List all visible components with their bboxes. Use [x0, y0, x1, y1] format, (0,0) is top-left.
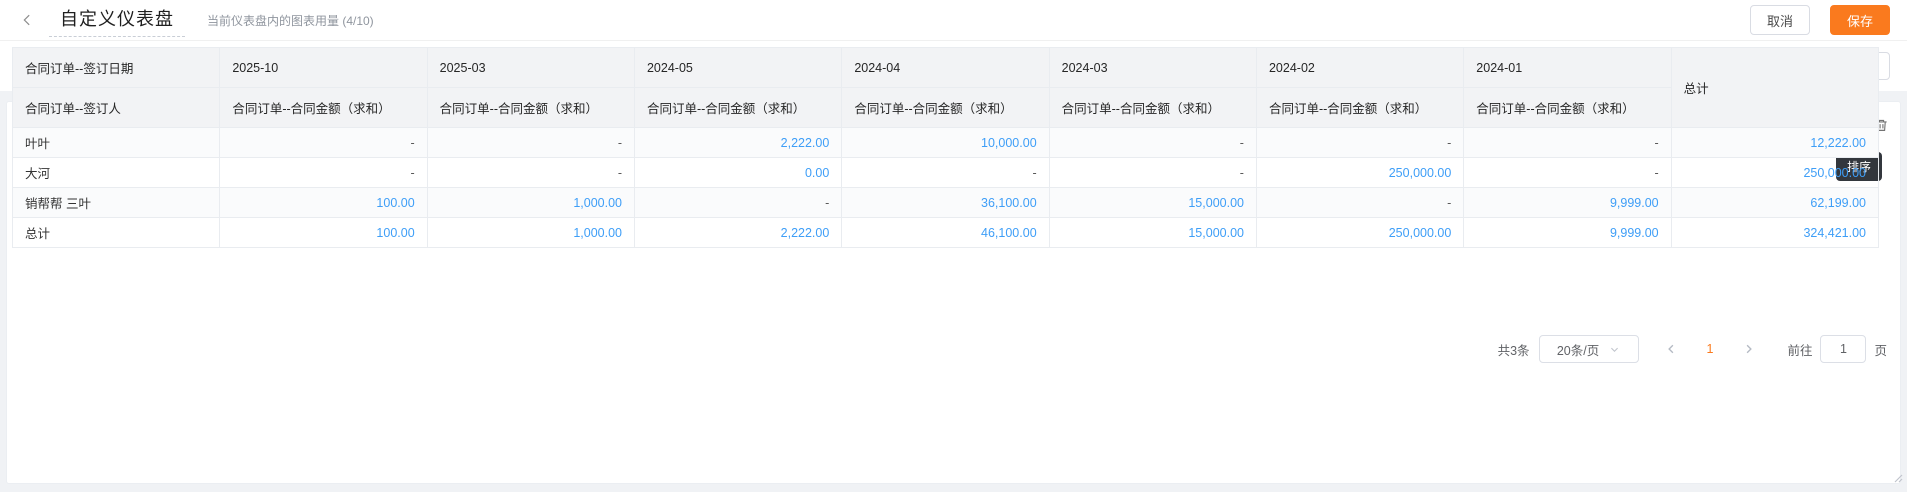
current-page[interactable]: 1	[1707, 342, 1714, 356]
value-cell: -	[1464, 158, 1671, 188]
corner-signer-header: 合同订单--签订人	[13, 88, 220, 128]
chevron-down-icon	[1609, 344, 1620, 355]
value-cell[interactable]: 36,100.00	[842, 188, 1049, 218]
row-label-cell: 叶叶	[13, 128, 220, 158]
date-column-header: 2024-01	[1464, 48, 1671, 88]
value-cell[interactable]: 2,222.00	[634, 128, 841, 158]
value-cell: -	[842, 158, 1049, 188]
table-row: 大河--0.00--250,000.00-250,000.00	[13, 158, 1879, 188]
pivot-table-header: 合同订单--签订日期2025-102025-032024-052024-0420…	[13, 48, 1879, 128]
measure-header: 合同订单--合同金额（求和）	[1464, 88, 1671, 128]
page-size-select[interactable]: 20条/页	[1539, 335, 1639, 363]
value-cell: -	[427, 128, 634, 158]
pivot-table-body: 叶叶--2,222.0010,000.00---12,222.00大河--0.0…	[13, 128, 1879, 248]
date-column-header: 2025-03	[427, 48, 634, 88]
measure-header: 合同订单--合同金额（求和）	[1049, 88, 1256, 128]
date-column-header: 2024-04	[842, 48, 1049, 88]
value-cell: -	[634, 188, 841, 218]
widget-resize-handle[interactable]	[1893, 470, 1903, 488]
date-column-header: 2024-02	[1256, 48, 1463, 88]
value-cell: -	[220, 158, 427, 188]
value-cell: -	[1256, 188, 1463, 218]
row-total-cell[interactable]: 250,000.00	[1671, 158, 1878, 188]
page-title: 自定义仪表盘	[60, 9, 174, 29]
value-cell[interactable]: 46,100.00	[842, 218, 1049, 248]
value-cell: -	[1049, 128, 1256, 158]
save-button[interactable]: 保存	[1830, 5, 1890, 35]
value-cell[interactable]: 0.00	[634, 158, 841, 188]
measure-header: 合同订单--合同金额（求和）	[842, 88, 1049, 128]
value-cell[interactable]: 1,000.00	[427, 218, 634, 248]
value-cell[interactable]: 2,222.00	[634, 218, 841, 248]
page-unit-label: 页	[1874, 340, 1887, 359]
total-column-header: 总计	[1671, 48, 1878, 128]
dashboard-title-field[interactable]: 自定义仪表盘	[49, 3, 185, 37]
value-cell: -	[220, 128, 427, 158]
value-cell[interactable]: 10,000.00	[842, 128, 1049, 158]
value-cell[interactable]: 250,000.00	[1256, 158, 1463, 188]
row-total-cell[interactable]: 12,222.00	[1671, 128, 1878, 158]
value-cell: -	[1464, 128, 1671, 158]
date-column-header: 2024-05	[634, 48, 841, 88]
value-cell[interactable]: 100.00	[220, 188, 427, 218]
chart-usage-hint: 当前仪表盘内的图表用量 (4/10)	[207, 12, 374, 29]
row-total-cell[interactable]: 62,199.00	[1671, 188, 1878, 218]
date-column-header: 2024-03	[1049, 48, 1256, 88]
back-icon[interactable]	[17, 10, 37, 30]
measure-header: 合同订单--合同金额（求和）	[427, 88, 634, 128]
value-cell: -	[1256, 128, 1463, 158]
value-cell[interactable]: 1,000.00	[427, 188, 634, 218]
value-cell[interactable]: 15,000.00	[1049, 188, 1256, 218]
table-row: 叶叶--2,222.0010,000.00---12,222.00	[13, 128, 1879, 158]
measure-header: 合同订单--合同金额（求和）	[220, 88, 427, 128]
measure-header: 合同订单--合同金额（求和）	[1256, 88, 1463, 128]
table-row: 销帮帮 三叶100.001,000.00-36,100.0015,000.00-…	[13, 188, 1879, 218]
value-cell[interactable]: 9,999.00	[1464, 188, 1671, 218]
value-cell[interactable]: 100.00	[220, 218, 427, 248]
value-cell[interactable]: 250,000.00	[1256, 218, 1463, 248]
value-cell: -	[1049, 158, 1256, 188]
pivot-table: 合同订单--签订日期2025-102025-032024-052024-0420…	[12, 47, 1879, 248]
value-cell[interactable]: 15,000.00	[1049, 218, 1256, 248]
corner-date-header: 合同订单--签订日期	[13, 48, 220, 88]
table-row: 总计100.001,000.002,222.0046,100.0015,000.…	[13, 218, 1879, 248]
measure-header: 合同订单--合同金额（求和）	[634, 88, 841, 128]
goto-label: 前往	[1787, 340, 1812, 359]
pagination: 共3条 20条/页 1 前往 页	[1498, 335, 1887, 363]
value-cell[interactable]: 9,999.00	[1464, 218, 1671, 248]
row-label-cell: 总计	[13, 218, 220, 248]
total-count: 共3条	[1498, 340, 1530, 359]
row-label-cell: 大河	[13, 158, 220, 188]
prev-page-button[interactable]	[1665, 343, 1677, 355]
goto-page-input[interactable]	[1820, 335, 1866, 363]
row-total-cell[interactable]: 324,421.00	[1671, 218, 1878, 248]
date-column-header: 2025-10	[220, 48, 427, 88]
row-label-cell: 销帮帮 三叶	[13, 188, 220, 218]
next-page-button[interactable]	[1743, 343, 1755, 355]
value-cell: -	[427, 158, 634, 188]
cancel-button[interactable]: 取消	[1750, 5, 1810, 35]
